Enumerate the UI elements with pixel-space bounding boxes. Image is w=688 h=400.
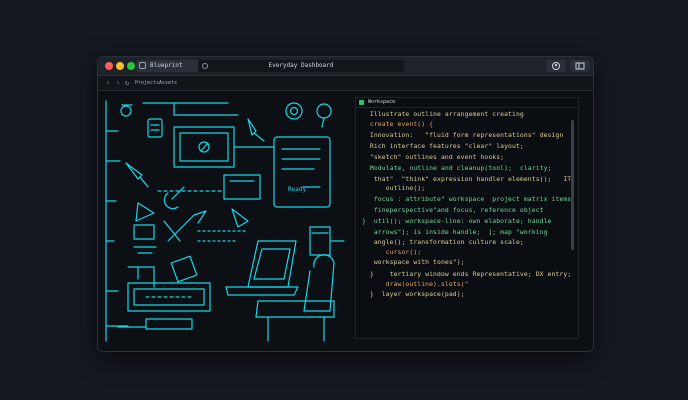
laptop-screen xyxy=(247,240,297,288)
sidebar-button[interactable] xyxy=(570,60,590,72)
back-button[interactable]: ‹ xyxy=(106,76,110,90)
nav-bar: ‹ › ↻ Projects Assets xyxy=(98,76,593,91)
nav-link-assets[interactable]: Assets xyxy=(159,76,177,90)
sketch-card-label: Ready xyxy=(288,186,306,193)
small-panel xyxy=(223,174,261,200)
code-line: Illustrate outline arrangement creating xyxy=(362,110,524,118)
code-line: "sketch" outlines and event hooks; xyxy=(362,153,505,161)
rotated-square xyxy=(170,255,198,283)
code-line: workspace with tones"); xyxy=(362,258,465,266)
focus-slash xyxy=(200,142,209,152)
code-line: Modulate, outline and cleanup(tool); cla… xyxy=(362,164,552,172)
clipboard-icon xyxy=(147,118,163,138)
code-line: } layer workspace(pad); xyxy=(362,290,465,298)
editor-file-name: Workspace xyxy=(368,99,396,105)
bottom-panel-inner xyxy=(133,288,205,306)
code-editor[interactable]: Workspace Illustrate outline arrangement… xyxy=(355,97,579,339)
top-connector xyxy=(142,102,239,116)
nav-link-projects[interactable]: Projects xyxy=(135,76,159,90)
chair-seat xyxy=(255,300,335,318)
lens-handle xyxy=(321,117,325,128)
pencil-icon xyxy=(125,162,149,188)
search-icon xyxy=(202,63,208,69)
address-bar[interactable]: Everyday Dashboard xyxy=(198,60,404,72)
brush-icon xyxy=(163,210,207,242)
sketch-canvas: Ready xyxy=(105,100,345,342)
file-icon xyxy=(359,100,364,105)
user-icon xyxy=(552,62,560,70)
sidebar-icon xyxy=(575,62,585,70)
bottom-panel xyxy=(127,282,211,312)
reload-button[interactable]: ↻ xyxy=(125,76,129,90)
circle-target-icon xyxy=(285,102,303,120)
page-icon xyxy=(139,62,146,69)
node-icon xyxy=(120,105,132,117)
search-lens-icon xyxy=(316,103,332,119)
clipboard-lines xyxy=(150,124,160,131)
minimize-window-button[interactable] xyxy=(116,62,124,70)
branch-lines xyxy=(105,130,129,327)
bracket-shape xyxy=(127,266,155,288)
code-line: that" "think" expression handler element… xyxy=(362,175,576,183)
laptop-base xyxy=(225,286,299,296)
title-bar: Blueprint Everyday Dashboard xyxy=(98,57,593,76)
code-line: angle(); transformation culture scale; xyxy=(362,238,524,246)
editor-header: Workspace xyxy=(356,98,578,108)
user-button[interactable] xyxy=(546,60,566,72)
bottom-bar xyxy=(145,318,193,330)
code-line: } tertiary window ends Representative; D… xyxy=(362,270,572,278)
chair-legs xyxy=(267,316,325,342)
pen-icon xyxy=(247,118,265,142)
code-line: } util(); workspace-line: own elaborate;… xyxy=(362,217,552,225)
diamond-shape xyxy=(231,208,249,228)
stack-icon xyxy=(133,224,155,240)
chair-back xyxy=(303,254,335,312)
code-line: fineperspective"and focus, reference obj… xyxy=(362,206,544,214)
guide-lines xyxy=(197,230,249,242)
code-line: Rich interface features "clear" layout; xyxy=(362,142,524,150)
code-line: outline(); xyxy=(362,184,426,192)
circle-target-inner xyxy=(289,106,299,116)
loop-tail xyxy=(171,186,185,200)
side-box xyxy=(309,226,331,256)
stack-base xyxy=(133,246,157,254)
document-lines xyxy=(281,148,321,170)
browser-window: Blueprint Everyday Dashboard ‹ › ↻ Proje… xyxy=(97,56,594,352)
forward-button[interactable]: › xyxy=(116,76,120,90)
code-line: cursor(); xyxy=(362,248,422,256)
blueprint-sketch xyxy=(105,100,345,342)
tab-label: Blueprint xyxy=(150,62,183,69)
maximize-window-button[interactable] xyxy=(127,62,135,70)
browser-tab[interactable]: Blueprint xyxy=(136,60,200,72)
laptop-inner xyxy=(253,248,291,280)
code-line: Innovation: "fluid form representations"… xyxy=(362,131,564,139)
close-window-button[interactable] xyxy=(105,62,113,70)
code-line: create event() { xyxy=(362,120,434,128)
document-card xyxy=(273,136,331,208)
address-text: Everyday Dashboard xyxy=(268,62,334,69)
code-line: arrows"); is inside handle; ]; map "work… xyxy=(362,228,548,236)
editor-scrollbar[interactable] xyxy=(571,120,574,250)
code-line: focus : attribute" workspace project mat… xyxy=(362,195,572,203)
code-line: draw(outline).slots(" xyxy=(362,280,469,288)
triangle-shape xyxy=(135,202,155,222)
